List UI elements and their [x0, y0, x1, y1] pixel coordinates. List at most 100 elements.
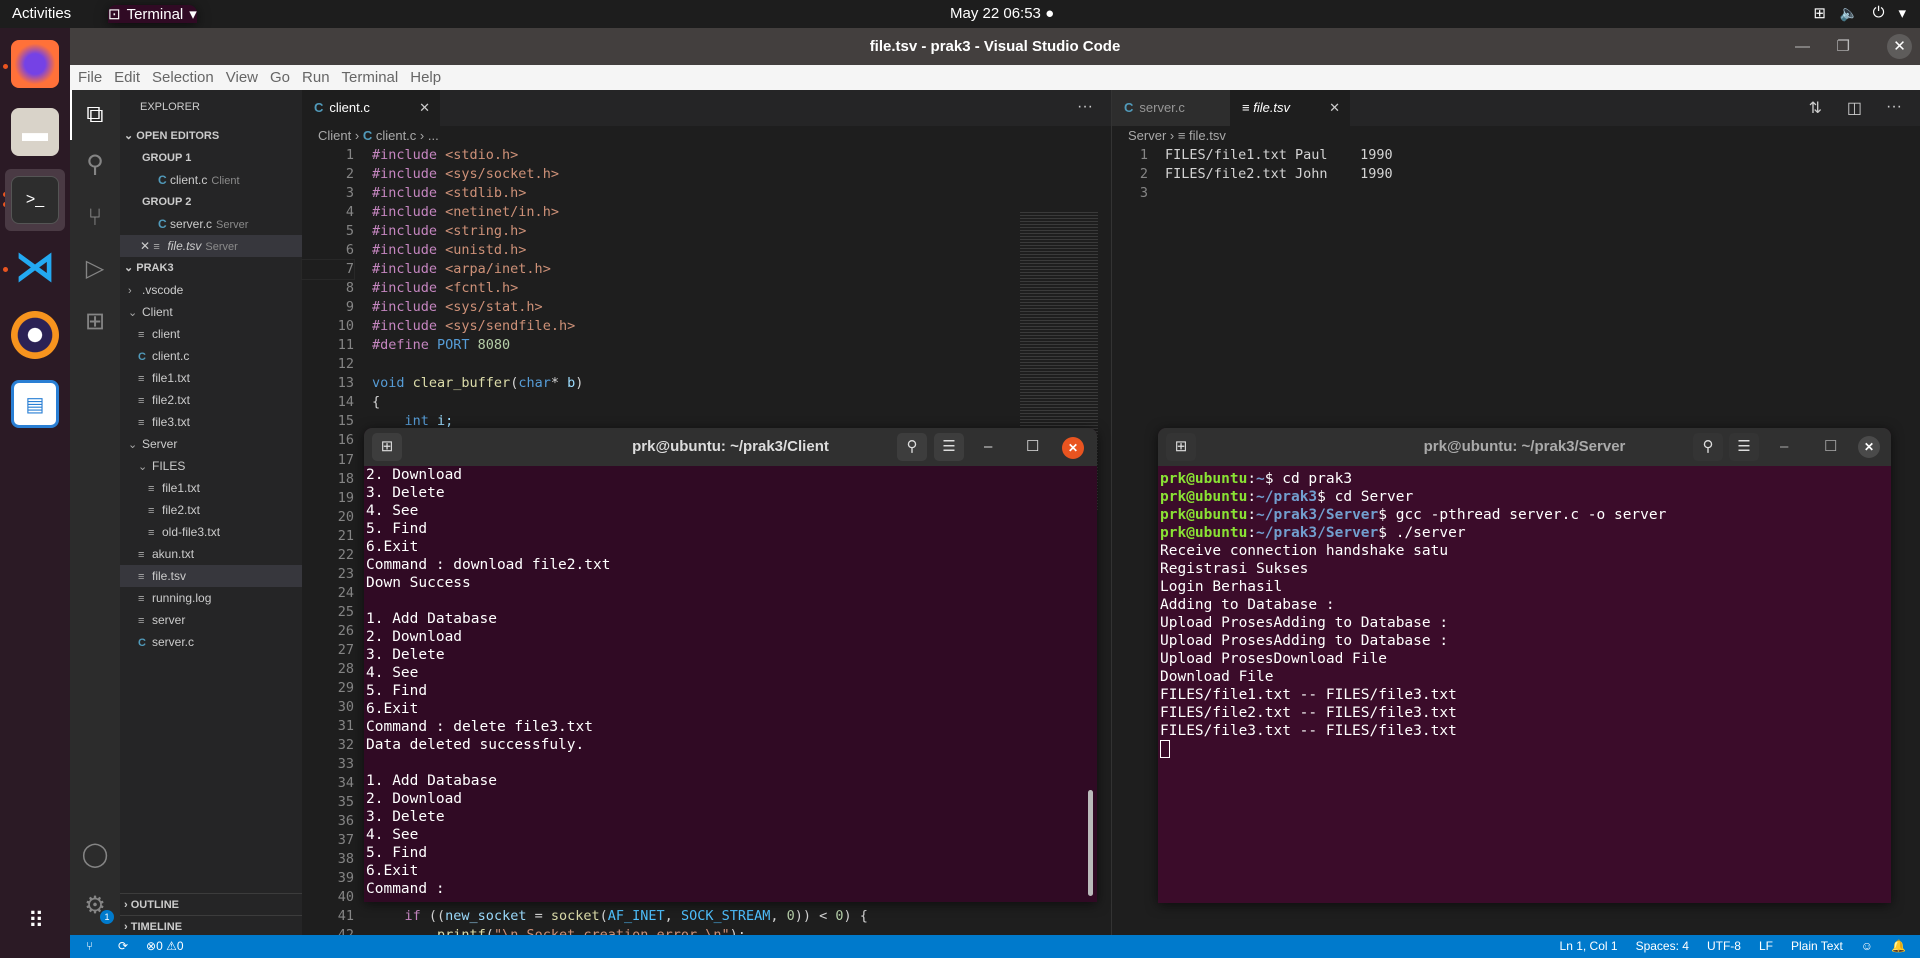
source-control-icon[interactable]: ⑂	[80, 203, 110, 233]
feedback-icon[interactable]: ☺	[1861, 935, 1873, 958]
libreoffice-writer-icon[interactable]: ▤	[11, 380, 59, 428]
project-header[interactable]: ⌄ PRAK3	[120, 257, 302, 279]
open-editor-client-c[interactable]: C client.c Client	[120, 169, 302, 191]
tree-item[interactable]: ≡ running.log	[120, 587, 302, 609]
tree-item[interactable]: ≡ server	[120, 609, 302, 631]
terminal-icon[interactable]: >_	[11, 176, 59, 224]
c-file-icon: C	[314, 100, 324, 115]
code-editor[interactable]: 1 #include <stdio.h> 2 #include <sys/socket…	[301, 146, 868, 945]
tree-item[interactable]: ≡ file.tsv	[120, 565, 302, 587]
explorer-icon[interactable]: ⧉	[80, 100, 110, 130]
menu-help[interactable]: Help	[410, 65, 441, 90]
tree-item[interactable]: ≡ client	[120, 323, 302, 345]
eclipse-icon[interactable]	[11, 311, 59, 359]
open-editor-server-c[interactable]: C server.c Server	[120, 213, 302, 235]
new-tab-icon[interactable]: ⊞	[1166, 433, 1196, 461]
run-debug-icon[interactable]: ▷	[80, 254, 110, 284]
minimize-button[interactable]: –	[1780, 428, 1788, 466]
language-mode[interactable]: Plain Text	[1791, 935, 1843, 958]
close-button[interactable]: ✕	[1062, 437, 1084, 459]
crumb-item[interactable]: ...	[428, 128, 439, 143]
close-button[interactable]: ✕	[1887, 34, 1912, 59]
search-icon[interactable]: ⚲	[897, 433, 927, 461]
menu-edit[interactable]: Edit	[114, 65, 140, 90]
activities-button[interactable]: Activities	[12, 5, 71, 22]
notifications-icon[interactable]: 🔔	[1891, 935, 1906, 958]
close-icon[interactable]: ✕	[1329, 90, 1340, 126]
extensions-icon[interactable]: ⊞	[80, 307, 110, 337]
terminal-output[interactable]: 2. Download 3. Delete 4. See 5. Find 6.Exit C…	[364, 466, 1097, 898]
show-apps-icon[interactable]: ⠿	[11, 897, 59, 945]
split-editor-icon[interactable]: ◫	[1847, 98, 1862, 118]
tree-item[interactable]: ≡ file3.txt	[120, 411, 302, 433]
maximize-button[interactable]: ❐	[1837, 28, 1850, 65]
outline-header[interactable]: › OUTLINE	[120, 893, 302, 915]
maximize-button[interactable]: ☐	[1026, 428, 1039, 466]
search-icon[interactable]: ⚲	[1693, 433, 1723, 461]
tree-item[interactable]: ⌄ Server	[120, 433, 302, 455]
app-menu[interactable]: ⊡ Terminal ▾	[108, 5, 197, 23]
tab-server-c[interactable]: Cserver.c	[1112, 90, 1230, 126]
close-icon[interactable]: ✕	[140, 239, 150, 253]
more-actions-icon[interactable]: ···	[1077, 98, 1093, 116]
menu-view[interactable]: View	[226, 65, 258, 90]
tab-file-tsv[interactable]: ≡ file.tsv ✕	[1230, 90, 1350, 126]
new-tab-icon[interactable]: ⊞	[372, 433, 402, 461]
menu-terminal[interactable]: Terminal	[342, 65, 399, 90]
crumb-item[interactable]: file.tsv	[1189, 128, 1226, 143]
hamburger-menu-icon[interactable]: ☰	[1729, 433, 1759, 461]
tree-item[interactable]: ⌄ Client	[120, 301, 302, 323]
open-editors-header[interactable]: ⌄ OPEN EDITORS	[120, 125, 302, 147]
firefox-icon[interactable]	[11, 40, 59, 88]
minimize-button[interactable]: –	[984, 428, 992, 466]
tree-item[interactable]: ≡ file1.txt	[120, 367, 302, 389]
vscode-icon[interactable]: ⋊	[11, 243, 59, 291]
text-file-icon: ≡	[138, 395, 145, 407]
tree-item[interactable]: Cserver.c	[120, 631, 302, 653]
minimize-button[interactable]: —	[1795, 28, 1810, 65]
sync-icon[interactable]: ⟳	[118, 935, 128, 958]
chevron-down-icon: ⌄	[128, 307, 138, 319]
system-tray[interactable]: ⊞ 🔈 ⏻ ▾	[1813, 4, 1906, 22]
tree-item[interactable]: ≡ file2.txt	[120, 389, 302, 411]
open-editor-file-tsv[interactable]: ✕ ≡ file.tsv Server	[120, 235, 302, 257]
crumb-item[interactable]: Server	[1128, 128, 1166, 143]
hamburger-menu-icon[interactable]: ☰	[934, 433, 964, 461]
terminal-output[interactable]: prk@ubuntu:~$ cd prak3 prk@ubuntu:~/prak3…	[1158, 466, 1891, 758]
menu-go[interactable]: Go	[270, 65, 290, 90]
line-ending[interactable]: LF	[1759, 935, 1773, 958]
maximize-button[interactable]: ☐	[1824, 428, 1837, 466]
text-editor[interactable]: 1 FILES/file1.txt Paul 1990 2 FILES/file2.t…	[1112, 146, 1393, 203]
files-icon[interactable]: ▬	[11, 108, 59, 156]
terminal-title: prk@ubuntu: ~/prak3/Client	[632, 438, 829, 455]
search-icon[interactable]: ⚲	[80, 150, 110, 180]
tree-item[interactable]: ≡ file2.txt	[120, 499, 302, 521]
tree-item[interactable]: Cclient.c	[120, 345, 302, 367]
remote-icon[interactable]: ⑂	[86, 935, 93, 958]
crumb-item[interactable]: Client	[318, 128, 351, 143]
account-icon[interactable]: ◯	[80, 840, 110, 870]
close-icon[interactable]: ✕	[419, 90, 430, 126]
encoding[interactable]: UTF-8	[1707, 935, 1741, 958]
c-file-icon: C	[158, 173, 167, 187]
crumb-item[interactable]: client.c	[376, 128, 416, 143]
clock[interactable]: May 22 06:53 ●	[950, 5, 1150, 22]
cursor-position[interactable]: Ln 1, Col 1	[1560, 935, 1618, 958]
tree-item[interactable]: ⌄ FILES	[120, 455, 302, 477]
more-actions-icon[interactable]: ···	[1886, 98, 1902, 116]
line-number: 8	[345, 280, 354, 297]
problems-indicator[interactable]: ⊗0 ⚠0	[146, 935, 184, 958]
close-button[interactable]: ✕	[1858, 436, 1880, 458]
open-changes-icon[interactable]: ⇅	[1809, 98, 1822, 118]
menu-selection[interactable]: Selection	[152, 65, 214, 90]
menu-run[interactable]: Run	[302, 65, 330, 90]
scrollbar[interactable]	[1088, 790, 1093, 896]
tree-item[interactable]: ≡ akun.txt	[120, 543, 302, 565]
tree-item[interactable]: › .vscode	[120, 279, 302, 301]
timeline-header[interactable]: › TIMELINE	[120, 915, 302, 937]
indentation[interactable]: Spaces: 4	[1636, 935, 1689, 958]
tree-item[interactable]: ≡ file1.txt	[120, 477, 302, 499]
tree-item[interactable]: ≡ old-file3.txt	[120, 521, 302, 543]
tab-client-c[interactable]: Cclient.c ✕	[302, 90, 440, 126]
menu-file[interactable]: File	[78, 65, 102, 90]
